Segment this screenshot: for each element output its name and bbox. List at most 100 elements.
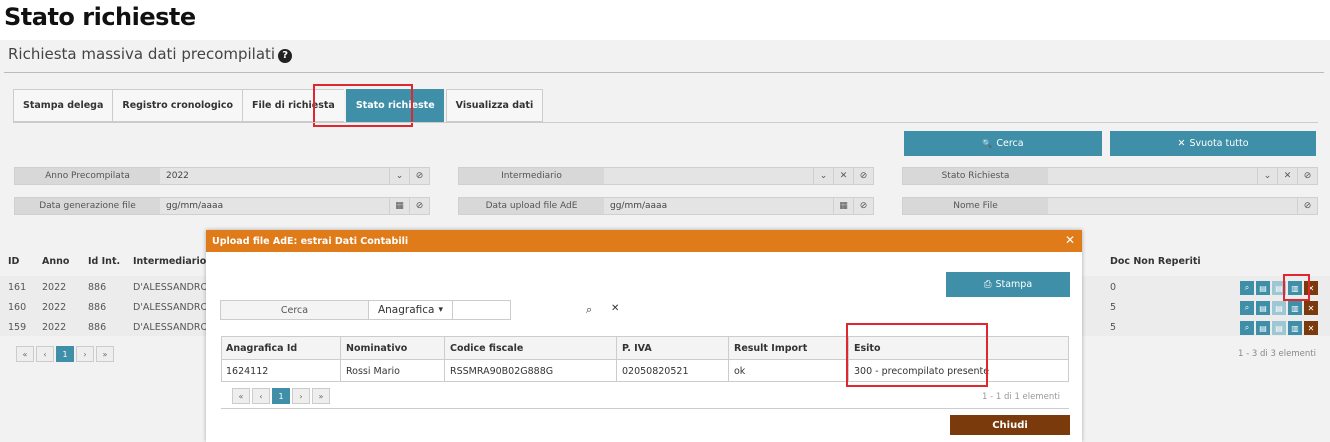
cell-piva: 02050820521: [622, 365, 689, 377]
pager-next[interactable]: ›: [76, 346, 94, 362]
data-upload-input[interactable]: gg/mm/aaaa: [604, 201, 833, 211]
pager-page[interactable]: 1: [272, 388, 290, 404]
pager-last[interactable]: »: [96, 346, 114, 362]
divider: [4, 72, 1324, 73]
table-row[interactable]: 160 2022 886 D'ALESSANDRO: [0, 298, 210, 317]
search-button[interactable]: 🔍 Cerca: [904, 131, 1102, 156]
highlight-box-action: [1283, 274, 1310, 301]
cell-codice-fiscale: RSSMRA90B02G888G: [450, 365, 554, 377]
file-upload-icon[interactable]: ▥: [1288, 301, 1302, 315]
document-icon[interactable]: ▤: [1272, 321, 1286, 335]
modal-header: Upload file AdE: estrai Dati Contabili ✕: [206, 230, 1082, 252]
cell-idint: 886: [88, 302, 107, 313]
modal-divider: [221, 408, 1069, 409]
cell-result-import: ok: [734, 365, 746, 377]
link-icon[interactable]: ⊘: [1297, 198, 1317, 214]
nome-file-label: Nome File: [903, 198, 1048, 214]
link-icon[interactable]: ⊘: [1297, 168, 1317, 184]
col-divider: [616, 337, 617, 381]
data-upload-label: Data upload file AdE: [459, 198, 604, 214]
pager-first[interactable]: «: [232, 388, 250, 404]
anno-filter[interactable]: Anno Precompilata 2022 ⌄ ⊘: [14, 167, 430, 185]
cell-nominativo: Rossi Mario: [346, 365, 400, 377]
file-upload-icon[interactable]: ▥: [1288, 321, 1302, 335]
delete-icon[interactable]: ✕: [1304, 301, 1318, 315]
link-icon[interactable]: ⊘: [409, 198, 429, 214]
document-icon[interactable]: ▤: [1256, 281, 1270, 295]
delete-icon[interactable]: ✕: [1304, 321, 1318, 335]
cell-idint: 886: [88, 322, 107, 333]
pager-last[interactable]: »: [312, 388, 330, 404]
col-header-doc-non-reperiti: Doc Non Reperiti: [1110, 255, 1201, 267]
modal-search-input[interactable]: [453, 301, 510, 319]
pager-page[interactable]: 1: [56, 346, 74, 362]
pager-next[interactable]: ›: [292, 388, 310, 404]
table-row[interactable]: 161 2022 886 D'ALESSANDRO: [0, 278, 210, 297]
view-icon[interactable]: ⌕: [1240, 281, 1254, 295]
cell-idint: 886: [88, 282, 107, 293]
pager-prev[interactable]: ‹: [36, 346, 54, 362]
cell-doc: 0: [1110, 282, 1117, 293]
col-header-nominativo: Nominativo: [346, 342, 408, 354]
data-generazione-input[interactable]: gg/mm/aaaa: [160, 201, 389, 211]
chevron-down-icon[interactable]: ⌄: [389, 168, 409, 184]
close-button[interactable]: Chiudi: [950, 415, 1070, 435]
clear-icon[interactable]: ✕: [1277, 168, 1297, 184]
link-icon[interactable]: ⊘: [409, 168, 429, 184]
clear-button-label: Svuota tutto: [1189, 138, 1249, 149]
print-button-label: Stampa: [995, 279, 1033, 290]
clear-icon[interactable]: ✕: [833, 168, 853, 184]
stato-filter[interactable]: Stato Richiesta ⌄ ✕ ⊘: [902, 167, 1318, 185]
highlight-box-tab: [313, 84, 413, 127]
cell-id: 161: [8, 282, 27, 293]
intermediario-label: Intermediario: [459, 168, 604, 184]
search-field-select[interactable]: Anagrafica ▾: [369, 301, 453, 319]
chevron-down-icon[interactable]: ⌄: [1257, 168, 1277, 184]
col-divider: [444, 337, 445, 381]
cell-anno: 2022: [42, 322, 67, 333]
document-icon[interactable]: ▤: [1272, 301, 1286, 315]
tab-registro-cronologico[interactable]: Registro cronologico: [112, 89, 243, 122]
modal-search: Cerca Anagrafica ▾: [220, 300, 511, 320]
data-generazione-filter[interactable]: Data generazione file gg/mm/aaaa ▦ ⊘: [14, 197, 430, 215]
col-header-result-import: Result Import: [734, 342, 808, 354]
pager-first[interactable]: «: [16, 346, 34, 362]
anno-label: Anno Precompilata: [15, 168, 160, 184]
pager-prev[interactable]: ‹: [252, 388, 270, 404]
tab-bar: Stampa delega Registro cronologico File …: [13, 89, 544, 122]
clear-icon[interactable]: ✕: [611, 303, 619, 314]
cell-intermediario: D'ALESSANDRO: [133, 282, 208, 293]
intermediario-filter[interactable]: Intermediario ⌄ ✕ ⊘: [458, 167, 874, 185]
link-icon[interactable]: ⊘: [853, 198, 873, 214]
cell-anno: 2022: [42, 302, 67, 313]
col-header-anno: Anno: [42, 255, 70, 267]
modal-pager: « ‹ 1 › »: [232, 388, 330, 404]
col-header-piva: P. IVA: [622, 342, 652, 354]
tab-visualizza-dati[interactable]: Visualizza dati: [445, 89, 544, 122]
cell-doc: 5: [1110, 322, 1117, 333]
search-icon[interactable]: ⌕: [586, 303, 592, 317]
table-row[interactable]: 159 2022 886 D'ALESSANDRO: [0, 318, 210, 337]
view-icon[interactable]: ⌕: [1240, 321, 1254, 335]
data-generazione-label: Data generazione file: [15, 198, 160, 214]
nome-file-filter[interactable]: Nome File ⊘: [902, 197, 1318, 215]
document-icon[interactable]: ▤: [1256, 301, 1270, 315]
data-upload-filter[interactable]: Data upload file AdE gg/mm/aaaa ▦ ⊘: [458, 197, 874, 215]
subtitle-text: Richiesta massiva dati precompilati: [8, 45, 276, 63]
help-icon[interactable]: ?: [278, 49, 293, 63]
document-icon[interactable]: ▤: [1256, 321, 1270, 335]
modal-count: 1 - 1 di 1 elementi: [982, 392, 1060, 402]
calendar-icon[interactable]: ▦: [389, 198, 409, 214]
chevron-down-icon[interactable]: ⌄: [813, 168, 833, 184]
calendar-icon[interactable]: ▦: [833, 198, 853, 214]
view-icon[interactable]: ⌕: [1240, 301, 1254, 315]
panel-subtitle: Richiesta massiva dati precompilati?: [8, 45, 293, 63]
link-icon[interactable]: ⊘: [853, 168, 873, 184]
col-divider: [340, 337, 341, 381]
close-icon[interactable]: ✕: [1065, 233, 1075, 247]
print-button[interactable]: ⎙ Stampa: [946, 272, 1070, 297]
col-header-intermediario: Intermediario: [133, 255, 207, 267]
clear-all-button[interactable]: ✕ Svuota tutto: [1110, 131, 1316, 156]
search-field-value: Anagrafica: [377, 304, 435, 316]
tab-stampa-delega[interactable]: Stampa delega: [13, 89, 113, 122]
